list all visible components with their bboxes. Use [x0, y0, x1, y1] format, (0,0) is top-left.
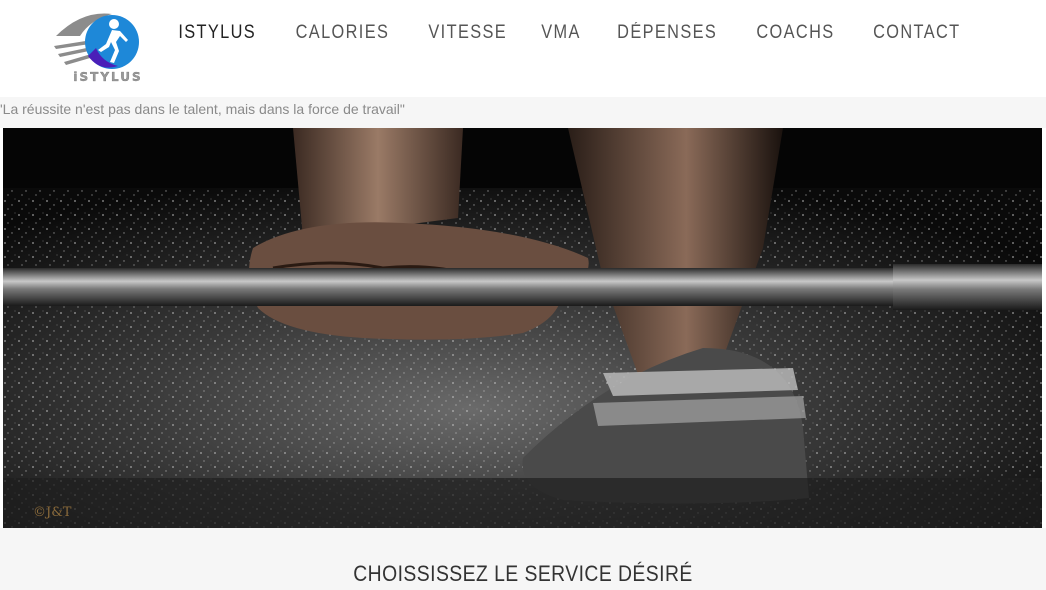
nav-item-istylus[interactable]: ISTYLUS [179, 22, 257, 44]
site-header: iSTYLUS ISTYLUS CALORIES VITESSE VMA DÉP… [0, 0, 1046, 97]
services-section: CHOISSISSEZ LE SERVICE DÉSIRÉ [0, 528, 1046, 590]
logo-text: iSTYLUS [73, 70, 143, 84]
nav-item-coachs[interactable]: COACHS [757, 22, 835, 44]
main-nav: ISTYLUS CALORIES VITESSE VMA DÉPENSES CO… [172, 22, 968, 44]
tagline-quote: 'La réussite n'est pas dans le talent, m… [0, 101, 405, 117]
weightlifting-photo-icon: ©J&T [3, 128, 1042, 528]
nav-item-depenses[interactable]: DÉPENSES [617, 22, 717, 44]
watermark-text: ©J&T [33, 505, 72, 520]
nav-item-contact[interactable]: CONTACT [873, 22, 960, 44]
nav-item-vma[interactable]: VMA [541, 22, 581, 44]
site-logo[interactable]: iSTYLUS [52, 6, 156, 86]
hero-image: ©J&T [3, 128, 1042, 528]
services-title: CHOISSISSEZ LE SERVICE DÉSIRÉ [353, 561, 693, 586]
tagline-bar: 'La réussite n'est pas dans le talent, m… [0, 97, 1046, 128]
nav-item-vitesse[interactable]: VITESSE [428, 22, 507, 44]
nav-item-calories[interactable]: CALORIES [295, 22, 389, 44]
